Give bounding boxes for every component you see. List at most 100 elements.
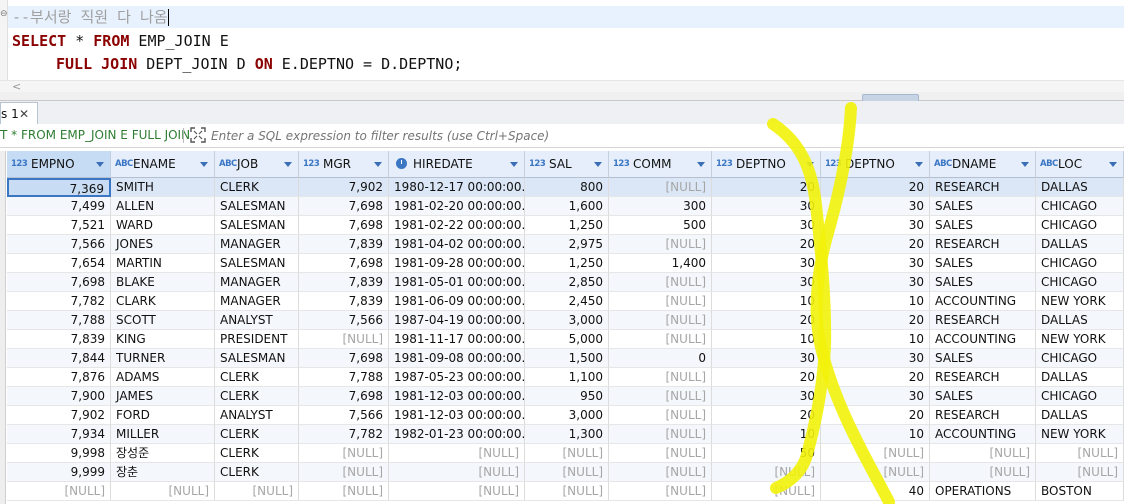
cell-comm[interactable]: [NULL] <box>609 444 712 463</box>
cell-mgr[interactable]: 7,566 <box>299 406 389 425</box>
cell-mgr[interactable]: [NULL] <box>299 330 389 349</box>
sort-filter-icon[interactable] <box>806 162 814 167</box>
sort-filter-icon[interactable] <box>510 162 518 167</box>
cell-comm[interactable]: [NULL] <box>609 330 712 349</box>
cell-mgr[interactable]: [NULL] <box>299 463 389 482</box>
cell-mgr[interactable]: 7,698 <box>299 197 389 216</box>
cell-ename[interactable]: MARTIN <box>111 254 215 273</box>
cell-ename[interactable]: 장춘 <box>111 463 215 482</box>
cell-hiredate[interactable]: 1981-11-17 00:00:00.000 <box>389 330 525 349</box>
sort-filter-icon[interactable] <box>594 162 602 167</box>
cell-ename[interactable]: [NULL] <box>111 482 215 501</box>
tab-results-1[interactable]: s 1 ✕ <box>0 102 38 125</box>
fold-marker-icon[interactable]: ⊖ <box>0 10 8 19</box>
cell-deptno[interactable]: 30 <box>821 254 930 273</box>
cell-deptno[interactable]: 10 <box>712 330 821 349</box>
cell-deptno[interactable]: [NULL] <box>821 463 930 482</box>
cell-sal[interactable]: 950 <box>525 387 609 406</box>
cell-loc[interactable]: BOSTON <box>1036 482 1124 501</box>
cell-ename[interactable]: 장성준 <box>111 444 215 463</box>
cell-empno[interactable]: 7,900 <box>7 387 111 406</box>
cell-comm[interactable]: [NULL] <box>609 482 712 501</box>
column-header-loc[interactable]: ABC LOC <box>1036 151 1124 178</box>
cell-deptno[interactable]: 10 <box>821 330 930 349</box>
cell-dname[interactable]: SALES <box>930 349 1036 368</box>
cell-comm[interactable]: [NULL] <box>609 292 712 311</box>
cell-empno[interactable]: 7,369 <box>7 178 111 197</box>
cell-comm[interactable]: [NULL] <box>609 235 712 254</box>
cell-sal[interactable]: 3,000 <box>525 311 609 330</box>
sort-filter-icon[interactable] <box>1021 162 1029 167</box>
cell-loc[interactable]: CHICAGO <box>1036 349 1124 368</box>
column-header-dname[interactable]: ABC DNAME <box>930 151 1036 178</box>
cell-deptno[interactable]: [NULL] <box>821 444 930 463</box>
cell-ename[interactable]: JONES <box>111 235 215 254</box>
cell-job[interactable]: ANALYST <box>215 311 299 330</box>
cell-deptno[interactable]: 20 <box>712 235 821 254</box>
cell-job[interactable]: MANAGER <box>215 273 299 292</box>
cell-ename[interactable]: KING <box>111 330 215 349</box>
cell-ename[interactable]: FORD <box>111 406 215 425</box>
cell-deptno[interactable]: 30 <box>821 387 930 406</box>
cell-deptno[interactable]: 10 <box>712 292 821 311</box>
cell-loc[interactable]: CHICAGO <box>1036 273 1124 292</box>
column-header-ename[interactable]: ABC ENAME <box>111 151 215 178</box>
cell-comm[interactable]: [NULL] <box>609 368 712 387</box>
sort-filter-icon[interactable] <box>1109 162 1117 167</box>
cell-comm[interactable]: 300 <box>609 197 712 216</box>
cell-comm[interactable]: 0 <box>609 349 712 368</box>
cell-deptno[interactable]: 30 <box>821 216 930 235</box>
cell-sal[interactable]: [NULL] <box>525 444 609 463</box>
cell-job[interactable]: [NULL] <box>215 482 299 501</box>
cell-deptno[interactable]: 20 <box>821 368 930 387</box>
cell-loc[interactable]: CHICAGO <box>1036 387 1124 406</box>
cell-empno[interactable]: 7,782 <box>7 292 111 311</box>
cell-mgr[interactable]: 7,902 <box>299 178 389 197</box>
column-header-hiredate[interactable]: HIREDATE <box>389 151 525 178</box>
cell-deptno[interactable]: 20 <box>712 311 821 330</box>
cell-sal[interactable]: 5,000 <box>525 330 609 349</box>
cell-empno[interactable]: 7,566 <box>7 235 111 254</box>
cell-hiredate[interactable]: [NULL] <box>389 444 525 463</box>
column-header-job[interactable]: ABC JOB <box>215 151 299 178</box>
cell-ename[interactable]: SMITH <box>111 178 215 197</box>
cell-mgr[interactable]: 7,839 <box>299 235 389 254</box>
cell-empno[interactable]: 9,999 <box>7 463 111 482</box>
cell-loc[interactable]: DALLAS <box>1036 368 1124 387</box>
cell-ename[interactable]: SCOTT <box>111 311 215 330</box>
cell-loc[interactable]: NEW YORK <box>1036 330 1124 349</box>
cell-loc[interactable]: CHICAGO <box>1036 216 1124 235</box>
cell-mgr[interactable]: [NULL] <box>299 444 389 463</box>
sql-select-line[interactable]: SELECT * FROM EMP_JOIN E <box>12 30 229 52</box>
cell-loc[interactable]: NEW YORK <box>1036 292 1124 311</box>
filter-input[interactable] <box>211 127 811 144</box>
cell-comm[interactable]: [NULL] <box>609 406 712 425</box>
sort-filter-icon[interactable] <box>697 162 705 167</box>
cell-comm[interactable]: [NULL] <box>609 311 712 330</box>
cell-dname[interactable]: ACCOUNTING <box>930 330 1036 349</box>
cell-sal[interactable]: [NULL] <box>525 463 609 482</box>
cell-mgr[interactable]: [NULL] <box>299 482 389 501</box>
cell-deptno[interactable]: 30 <box>821 349 930 368</box>
cell-mgr[interactable]: 7,839 <box>299 292 389 311</box>
cell-job[interactable]: SALESMAN <box>215 216 299 235</box>
cell-sal[interactable]: 800 <box>525 178 609 197</box>
cell-ename[interactable]: WARD <box>111 216 215 235</box>
column-header-sal[interactable]: 123 SAL <box>525 151 609 178</box>
cell-ename[interactable]: ALLEN <box>111 197 215 216</box>
cell-job[interactable]: PRESIDENT <box>215 330 299 349</box>
cell-deptno[interactable]: 50 <box>712 444 821 463</box>
cell-loc[interactable]: DALLAS <box>1036 235 1124 254</box>
cell-loc[interactable]: NEW YORK <box>1036 425 1124 444</box>
cell-deptno[interactable]: 20 <box>821 235 930 254</box>
cell-deptno[interactable]: 20 <box>821 406 930 425</box>
sql-comment-line[interactable]: --부서랑 직원 다 나옴 <box>8 6 1124 28</box>
cell-ename[interactable]: TURNER <box>111 349 215 368</box>
cell-dname[interactable]: ACCOUNTING <box>930 292 1036 311</box>
cell-dname[interactable]: RESEARCH <box>930 178 1036 197</box>
cell-dname[interactable]: OPERATIONS <box>930 482 1036 501</box>
cell-sal[interactable]: 1,600 <box>525 197 609 216</box>
cell-hiredate[interactable]: 1987-04-19 00:00:00.000 <box>389 311 525 330</box>
cell-deptno[interactable]: 20 <box>821 178 930 197</box>
cell-empno[interactable]: 7,499 <box>7 197 111 216</box>
